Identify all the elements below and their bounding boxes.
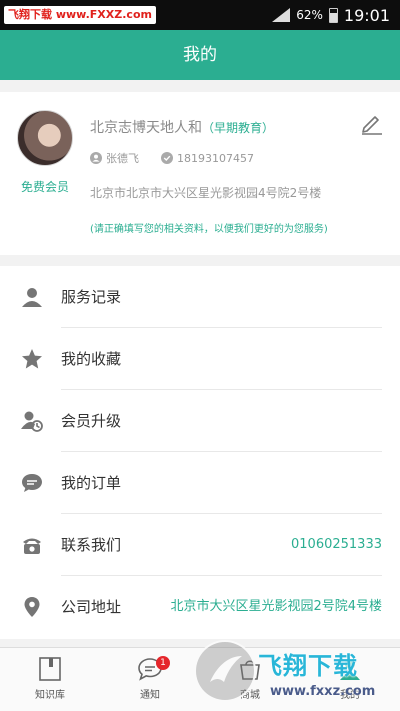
edit-icon[interactable] bbox=[358, 110, 384, 136]
contact-name: 张德飞 bbox=[106, 152, 139, 165]
battery-icon bbox=[328, 7, 338, 23]
watermark-emblem bbox=[194, 640, 256, 702]
contact-row: 张德飞 18193107457 bbox=[90, 150, 254, 166]
book-icon bbox=[39, 657, 61, 681]
company-address-value[interactable]: 北京市大兴区星光影视园2号院4号楼 bbox=[170, 576, 382, 638]
member-level-badge: 免费会员 bbox=[20, 180, 69, 194]
menu-item-company-address[interactable]: 公司地址 北京市大兴区星光影视园2号院4号楼 bbox=[0, 576, 400, 638]
person-icon bbox=[22, 288, 42, 307]
menu-item-label: 会员升级 bbox=[61, 412, 122, 430]
profile-address: 北京市北京市大兴区星光影视园4号院2号楼 bbox=[90, 186, 322, 200]
user-icon bbox=[90, 152, 102, 164]
notification-badge: 1 bbox=[156, 656, 170, 670]
signal-icon bbox=[272, 8, 291, 22]
watermark-title: 飞翔下载 bbox=[258, 652, 358, 680]
verified-icon bbox=[161, 152, 173, 164]
clock: 19:01 bbox=[343, 5, 390, 25]
status-indicators: 62% 19:01 bbox=[272, 0, 390, 30]
watermark-logo: 飞翔下载 www.fxxz.com bbox=[194, 640, 394, 708]
profile-notice: (请正确填写您的相关资料，以便我们更好的为您服务) bbox=[90, 224, 328, 235]
tab-label: 通知 bbox=[140, 690, 160, 701]
watermark-banner: 飞翔下载 www.FXXZ.com bbox=[4, 6, 156, 24]
contact-phone: 18193107457 bbox=[177, 151, 254, 165]
menu-item-my-orders[interactable]: 我的订单 bbox=[0, 452, 400, 514]
menu-item-label: 联系我们 bbox=[61, 536, 122, 554]
page-title: 我的 bbox=[0, 30, 400, 80]
watermark-url: www.fxxz.com bbox=[270, 684, 376, 699]
tab-knowledge-base[interactable]: 知识库 bbox=[0, 648, 100, 711]
star-icon bbox=[22, 349, 42, 369]
bird-logo-icon bbox=[210, 656, 242, 682]
menu-item-label: 公司地址 bbox=[61, 598, 122, 616]
location-pin-icon bbox=[24, 597, 40, 617]
avatar[interactable] bbox=[17, 110, 73, 166]
member-upgrade-icon bbox=[21, 411, 43, 432]
company-category: （早期教育） bbox=[202, 121, 275, 135]
profile-card[interactable]: 免费会员 北京志博天地人和（早期教育） 张德飞 18193107457 北京市北… bbox=[0, 92, 400, 255]
company-name-line: 北京志博天地人和（早期教育） bbox=[90, 117, 274, 137]
menu-item-favorites[interactable]: 我的收藏 bbox=[0, 328, 400, 390]
menu-item-label: 我的订单 bbox=[61, 474, 122, 492]
menu-item-label: 我的收藏 bbox=[61, 350, 122, 368]
tab-notifications[interactable]: 通知 1 bbox=[100, 648, 200, 711]
company-name: 北京志博天地人和 bbox=[90, 120, 202, 136]
status-bar: 飞翔下载 www.FXXZ.com 62% 19:01 bbox=[0, 0, 400, 30]
chat-bubble-icon bbox=[22, 474, 42, 492]
menu-list: 服务记录 我的收藏 会员升级 我的订单 联系我们 01060251333 公司地… bbox=[0, 266, 400, 639]
menu-item-contact-us[interactable]: 联系我们 01060251333 bbox=[0, 514, 400, 576]
battery-percent: 62% bbox=[296, 8, 323, 22]
menu-item-member-upgrade[interactable]: 会员升级 bbox=[0, 390, 400, 452]
telephone-icon bbox=[23, 538, 41, 554]
menu-item-service-records[interactable]: 服务记录 bbox=[0, 266, 400, 328]
tab-label: 知识库 bbox=[35, 690, 65, 701]
contact-phone-number[interactable]: 01060251333 bbox=[291, 514, 382, 576]
menu-item-label: 服务记录 bbox=[61, 288, 122, 306]
